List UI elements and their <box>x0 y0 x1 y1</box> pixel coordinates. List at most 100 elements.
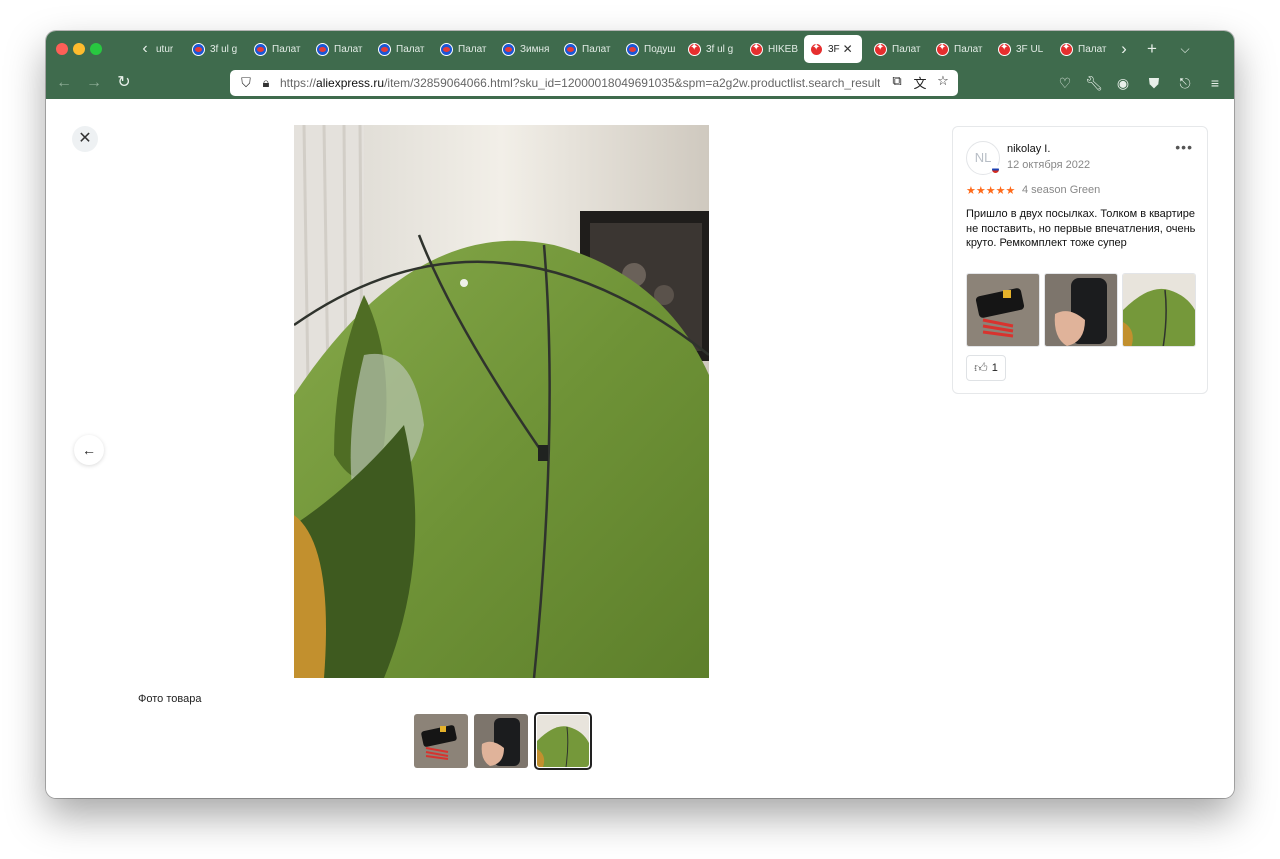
aliexpress-favicon-icon <box>688 42 701 56</box>
rating-stars-icon: ★★★★★ <box>966 185 1016 197</box>
review-photos <box>966 273 1196 347</box>
review-photo-green-tent[interactable] <box>1122 273 1196 347</box>
reviewer-name: nikolay I. <box>1007 143 1051 155</box>
review-card: NL nikolay I. 12 октября 2022 ••• ★★★★★ … <box>952 126 1208 394</box>
previous-photo-button[interactable]: ← <box>74 435 104 465</box>
more-options-icon[interactable]: ••• <box>1175 139 1193 155</box>
aliexpress-favicon-icon <box>192 42 205 56</box>
aliexpress-favicon-icon <box>998 42 1011 56</box>
stakes-photo <box>967 274 1039 346</box>
lock-icon[interactable]: 🔒︎ <box>256 75 276 91</box>
tent-bag-photo <box>1045 274 1117 346</box>
tab-13[interactable]: Палат <box>930 35 990 63</box>
tab-label: Подуш <box>644 43 676 55</box>
photo-caption: Фото товара <box>138 693 202 705</box>
tab-label: Палат <box>582 43 611 55</box>
photo-viewer: ✕ ← Фото товара NL nikolay I. 12 октября… <box>46 99 1234 798</box>
review-date: 12 октября 2022 <box>1007 159 1091 171</box>
wrench-icon[interactable]: 🔧︎ <box>1082 71 1106 95</box>
zoom-window-button[interactable] <box>90 43 102 55</box>
like-button[interactable]: 👍︎ 1 <box>966 355 1006 381</box>
thumbs-up-icon: 👍︎ <box>974 360 988 375</box>
aliexpress-favicon-icon <box>750 42 763 56</box>
tab-12[interactable]: Палат <box>868 35 928 63</box>
thumbnail-stakes[interactable] <box>414 714 468 768</box>
tab-label: Палат <box>1078 43 1107 55</box>
main-photo <box>294 125 709 678</box>
review-photo-tent-bag[interactable] <box>1044 273 1118 347</box>
tab-label: 3f ul g <box>210 43 238 55</box>
navigation-toolbar: ← → ↻ ⛉ 🔒︎ https://aliexpress.ru/item/32… <box>46 67 1234 99</box>
tent-bag-photo <box>474 714 528 768</box>
bookmark-star-icon[interactable]: ☆ <box>934 73 952 92</box>
tab-label: 3f ul g <box>706 43 734 55</box>
tab-4[interactable]: Палат <box>372 35 432 63</box>
new-tab-button[interactable]: + <box>1140 37 1164 61</box>
tab-3[interactable]: Палат <box>310 35 370 63</box>
url-text[interactable]: https://aliexpress.ru/item/32859064066.h… <box>280 76 880 90</box>
aliexpress-favicon-icon <box>440 42 453 56</box>
aliexpress-favicon-icon <box>564 42 577 56</box>
tab-1[interactable]: 3f ul g <box>186 35 246 63</box>
shield-icon[interactable]: ⛉ <box>236 75 256 91</box>
privacy-shield-icon[interactable]: ⛊ <box>1142 71 1166 95</box>
tab-label: Зимня <box>520 43 550 55</box>
tab-label: utur <box>156 43 174 55</box>
aliexpress-favicon-icon <box>502 42 515 56</box>
tab-10[interactable]: HIKEB <box>744 35 804 63</box>
picture-in-picture-icon[interactable]: ⧉ <box>888 73 906 92</box>
thumbnail-tent-bag[interactable] <box>474 714 528 768</box>
close-tab-icon[interactable]: ✕ <box>843 42 853 56</box>
tab-15[interactable]: Палат <box>1054 35 1114 63</box>
review-photo-stakes[interactable] <box>966 273 1040 347</box>
stakes-photo <box>414 714 468 768</box>
tab-label: Палат <box>396 43 425 55</box>
tab-strip: ‹ utur 3f ul g Палат Палат Палат Палат З… <box>46 31 1234 67</box>
tab-6[interactable]: Зимня <box>496 35 556 63</box>
tab-0[interactable]: utur <box>150 35 184 63</box>
close-viewer-button[interactable]: ✕ <box>72 126 98 152</box>
green-tent-photo <box>294 125 709 678</box>
list-all-tabs-icon[interactable]: ⌵ <box>1173 37 1197 61</box>
tab-11-active[interactable]: 3F✕ <box>804 35 862 63</box>
aliexpress-favicon-icon <box>254 42 267 56</box>
aliexpress-favicon-icon <box>316 42 329 56</box>
green-tent-photo <box>537 715 589 768</box>
aliexpress-favicon-icon <box>1060 42 1073 56</box>
aliexpress-favicon-icon <box>810 42 823 56</box>
extensions-icon[interactable]: ⎋ <box>1173 71 1197 95</box>
tab-label: HIKEB <box>768 43 799 55</box>
aliexpress-favicon-icon <box>936 42 949 56</box>
pocket-icon[interactable]: ♡ <box>1053 71 1077 95</box>
tab-label: 3F UL <box>1016 43 1044 55</box>
russia-flag-icon <box>991 165 1000 174</box>
tab-14[interactable]: 3F UL <box>992 35 1052 63</box>
account-icon[interactable]: ◉ <box>1111 71 1135 95</box>
tabs-scroll-right-button[interactable]: › <box>1112 37 1136 61</box>
back-button[interactable]: ← <box>52 71 76 95</box>
tab-label: Палат <box>892 43 921 55</box>
tab-8[interactable]: Подуш <box>620 35 680 63</box>
address-bar[interactable]: ⛉ 🔒︎ https://aliexpress.ru/item/32859064… <box>230 70 958 96</box>
translate-icon[interactable]: 文 <box>911 73 929 92</box>
thumbnail-green-tent-selected[interactable] <box>534 712 592 770</box>
aliexpress-favicon-icon <box>378 42 391 56</box>
reload-button[interactable]: ↻ <box>112 71 136 95</box>
url-domain: aliexpress.ru <box>316 76 385 90</box>
minimize-window-button[interactable] <box>73 43 85 55</box>
forward-button[interactable]: → <box>82 71 106 95</box>
tab-5[interactable]: Палат <box>434 35 494 63</box>
tab-7[interactable]: Палат <box>558 35 618 63</box>
tab-9[interactable]: 3f ul g <box>682 35 742 63</box>
tab-label: Палат <box>272 43 301 55</box>
tab-label: Палат <box>334 43 363 55</box>
thumbnail-strip <box>414 712 592 770</box>
aliexpress-favicon-icon <box>626 42 639 56</box>
aliexpress-favicon-icon <box>874 42 887 56</box>
menu-icon[interactable]: ≡ <box>1203 71 1227 95</box>
tab-2[interactable]: Палат <box>248 35 308 63</box>
url-prefix: https:// <box>280 76 317 90</box>
green-tent-photo <box>1123 274 1195 346</box>
browser-window: ‹ utur 3f ul g Палат Палат Палат Палат З… <box>46 31 1234 798</box>
close-window-button[interactable] <box>56 43 68 55</box>
